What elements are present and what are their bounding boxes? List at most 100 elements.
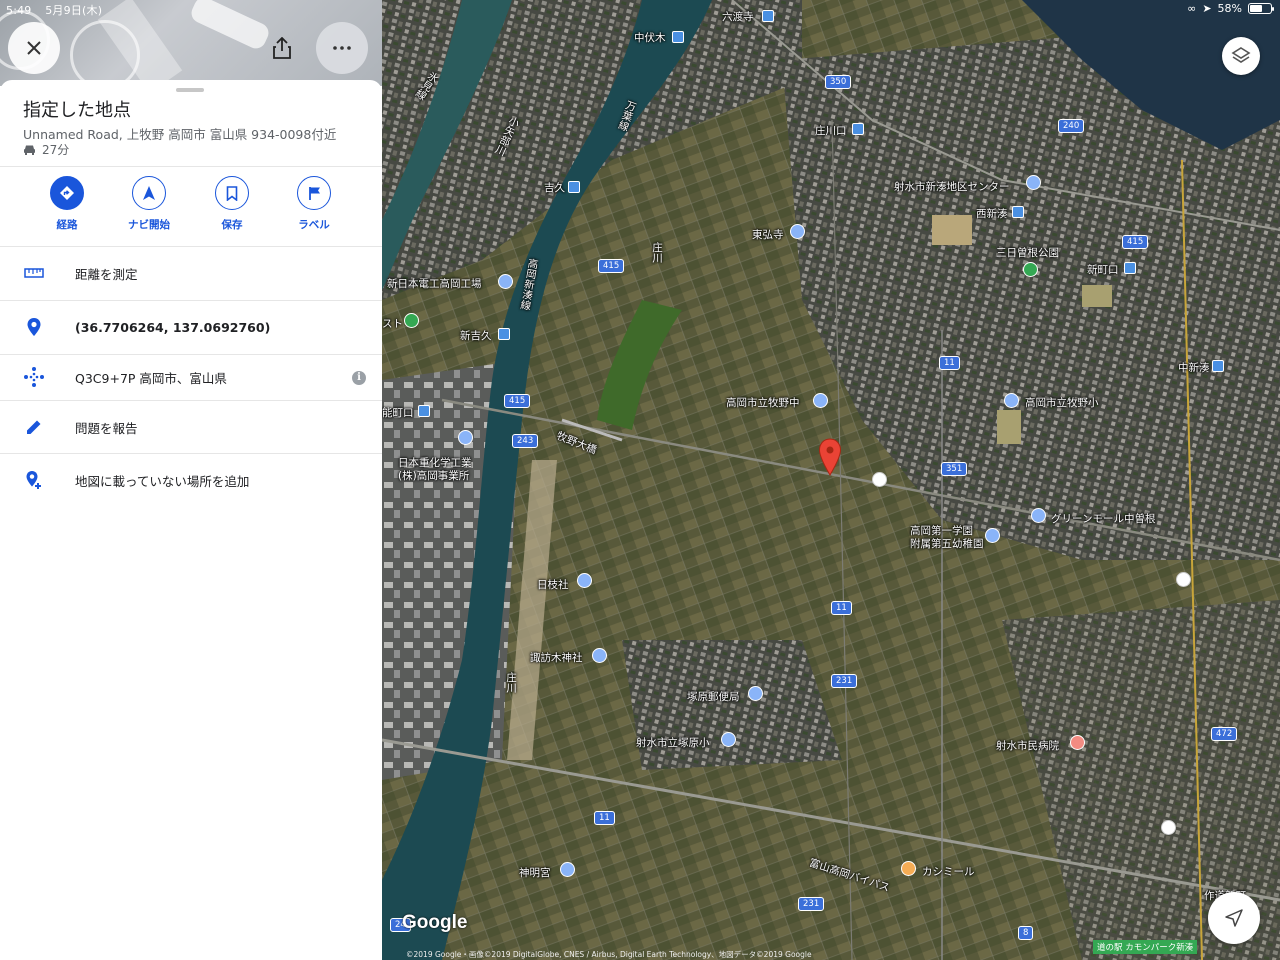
map-label[interactable]: 新町口 (1087, 262, 1119, 277)
place-panel: 指定した地点 Unnamed Road, 上牧野 高岡市 富山県 934-009… (0, 0, 382, 960)
dropped-pin-icon[interactable] (818, 438, 842, 476)
shopping-poi-icon[interactable] (1031, 508, 1046, 523)
drag-handle[interactable] (176, 88, 204, 92)
save-button[interactable]: 保存 (192, 176, 272, 232)
coordinates-row[interactable]: (36.7706264, 137.0692760) (0, 301, 382, 354)
train-station-icon[interactable] (852, 123, 864, 135)
map-label[interactable]: 三日曽根公園 (996, 245, 1059, 260)
restaurant-poi-icon[interactable] (901, 861, 916, 876)
satellite-map[interactable]: 六渡寺 中伏木 庄川口 射水市新湊地区センター 西新湊 東弘寺 三日曽根公園 新… (382, 0, 1280, 960)
map-label[interactable]: 塚原郵便局 (687, 689, 740, 704)
school-poi-icon[interactable] (813, 393, 828, 408)
layers-button[interactable] (1222, 37, 1260, 75)
map-label[interactable]: 中新湊 (1178, 360, 1210, 375)
more-options-button[interactable] (316, 22, 368, 74)
measure-distance-row[interactable]: 距離を測定 (0, 247, 382, 300)
train-station-icon[interactable] (568, 181, 580, 193)
location-arrow-icon: ➤ (1202, 2, 1212, 15)
close-button[interactable] (8, 22, 60, 74)
hospital-poi-icon[interactable] (1070, 735, 1085, 750)
store-poi-icon[interactable] (1176, 572, 1191, 587)
map-label[interactable]: 新日本電工高岡工場 (387, 276, 482, 291)
route-shield: 11 (594, 811, 615, 825)
map-label[interactable]: 射水市新湊地区センター (894, 179, 1010, 194)
route-shield: 231 (798, 897, 825, 911)
directions-icon (60, 186, 74, 200)
directions-button[interactable]: 経路 (27, 176, 107, 232)
map-label[interactable]: 諏訪木神社 (530, 650, 583, 665)
measure-distance-text: 距離を測定 (75, 267, 138, 282)
plus-code-icon (24, 367, 44, 387)
route-shield: 8 (1018, 926, 1034, 940)
map-label[interactable]: 西新湊 (976, 206, 1008, 221)
label-label: ラベル (298, 219, 330, 231)
shrine-poi-icon[interactable] (577, 573, 592, 588)
status-bar-left: 5:49 5月9日(木) (6, 2, 112, 18)
shrine-poi-icon[interactable] (592, 648, 607, 663)
map-label[interactable]: 能町口 (382, 405, 414, 420)
map-label[interactable]: 庄川 (650, 242, 665, 263)
ruler-icon (24, 268, 44, 278)
directions-label: 経路 (56, 219, 78, 231)
location-pin-icon (27, 318, 41, 336)
map-label[interactable]: グリーンモール中曽根 (1051, 511, 1155, 526)
plus-code-row[interactable]: Q3C9+7P 高岡市、富山県 i (0, 355, 382, 400)
map-label[interactable]: 六渡寺 (722, 9, 754, 24)
train-station-icon[interactable] (498, 328, 510, 340)
school-poi-icon[interactable] (1004, 393, 1019, 408)
poi-icon[interactable] (498, 274, 513, 289)
post-office-poi-icon[interactable] (748, 686, 763, 701)
label-button[interactable]: ラベル (274, 176, 354, 232)
map-label[interactable]: カシミール (922, 864, 975, 879)
map-label[interactable]: 射水市立塚原小 (636, 735, 710, 750)
train-station-icon[interactable] (418, 405, 430, 417)
map-label[interactable]: 日本重化学工業 (株)高岡事業所 (398, 457, 472, 483)
map-imagery (382, 0, 1280, 960)
store-poi-icon[interactable] (872, 472, 887, 487)
info-icon[interactable]: i (352, 370, 366, 385)
map-label[interactable]: 庄川 (504, 672, 519, 693)
map-label[interactable]: 高岡第一学園 附属第五幼稚園 (910, 525, 984, 551)
place-card: 指定した地点 Unnamed Road, 上牧野 高岡市 富山県 934-009… (0, 80, 382, 960)
roadside-station-label[interactable]: 道の駅 カモンパーク新湊 (1093, 940, 1198, 954)
google-logo: Google (402, 912, 468, 933)
school-poi-icon[interactable] (985, 528, 1000, 543)
train-station-icon[interactable] (1012, 206, 1024, 218)
route-shield: 11 (831, 601, 852, 615)
shrine-poi-icon[interactable] (560, 862, 575, 877)
store-poi-icon[interactable] (1161, 820, 1176, 835)
share-button[interactable] (256, 22, 308, 74)
report-problem-row[interactable]: 問題を報告 (0, 401, 382, 453)
add-place-row[interactable]: 地図に載っていない場所を追加 (0, 454, 382, 506)
temple-poi-icon[interactable] (790, 224, 805, 239)
map-label[interactable]: 日枝社 (537, 577, 569, 592)
navigation-button[interactable]: ナビ開始 (109, 176, 189, 232)
train-station-icon[interactable] (1124, 262, 1136, 274)
status-time: 5:49 (6, 4, 32, 17)
route-shield: 240 (1058, 119, 1085, 133)
map-label[interactable]: 中伏木 (634, 30, 666, 45)
train-station-icon[interactable] (672, 31, 684, 43)
train-station-icon[interactable] (762, 10, 774, 22)
map-label[interactable]: 庄川口 (815, 123, 847, 138)
map-copyright[interactable]: ©2019 Google・画像©2019 DigitalGlobe, CNES … (406, 949, 812, 960)
map-label[interactable]: 高岡市立牧野小 (1025, 395, 1099, 410)
map-label[interactable]: 吉久 (544, 180, 565, 195)
poi-icon[interactable] (1026, 175, 1041, 190)
map-label[interactable]: 射水市民病院 (996, 738, 1059, 753)
train-station-icon[interactable] (1212, 360, 1224, 372)
plus-code-text: Q3C9+7P 高岡市、富山県 (75, 371, 227, 386)
map-label[interactable]: 新吉久 (460, 328, 492, 343)
park-poi-icon[interactable] (1023, 262, 1038, 277)
school-poi-icon[interactable] (721, 732, 736, 747)
park-poi-icon[interactable] (404, 313, 419, 328)
status-date: 5月9日(木) (45, 4, 103, 17)
poi-icon[interactable] (458, 430, 473, 445)
map-label[interactable]: スト (382, 316, 403, 331)
my-location-button[interactable] (1208, 892, 1260, 944)
battery-icon (1248, 3, 1274, 14)
map-label[interactable]: 神明宮 (519, 865, 551, 880)
map-label[interactable]: 東弘寺 (752, 227, 784, 242)
map-label[interactable]: 高岡市立牧野中 (726, 395, 800, 410)
save-label: 保存 (221, 219, 243, 231)
